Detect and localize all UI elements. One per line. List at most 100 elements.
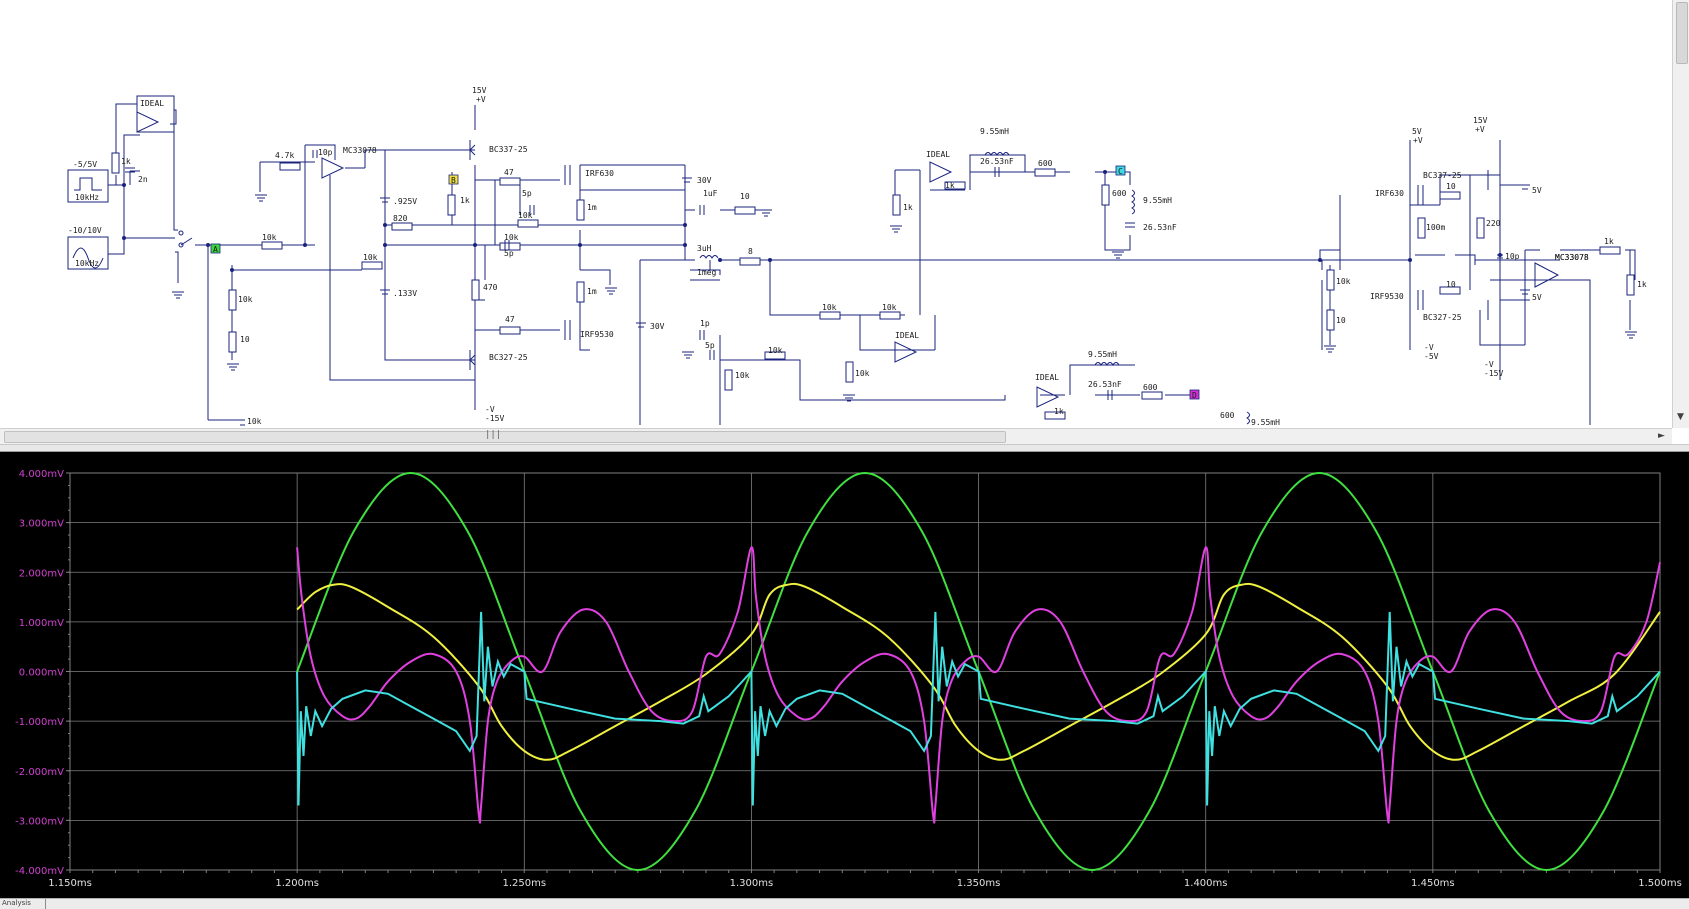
y-axis-tick-labels: 4.000mV 3.000mV 2.000mV 1.000mV 0.000mV -1.00… xyxy=(15,469,64,877)
r-1m-a: 1m xyxy=(587,203,597,212)
src-sine-freq: 10kHz xyxy=(75,259,99,268)
q-bc327-b: BC327-25 xyxy=(1423,313,1462,322)
r-10k-d: 10k xyxy=(247,417,262,426)
opamp-symbol-6[interactable] xyxy=(1534,262,1560,288)
c-1uf: 1uF xyxy=(703,189,718,198)
v-minus-15: -15V xyxy=(1484,369,1503,378)
schematic-part-labels: IDEAL MC33078 IDEAL IDEAL IDEAL MC33078 xyxy=(140,99,1589,382)
opamp-symbol-1[interactable] xyxy=(136,111,160,133)
v-minus-c: -V xyxy=(1484,360,1494,369)
schematic-voltage-sources[interactable] xyxy=(380,177,1530,328)
r-600-c: 600 xyxy=(1143,383,1158,392)
v-minus-b: -V xyxy=(1424,343,1434,352)
status-tab[interactable]: Analysis xyxy=(0,899,46,909)
src-sine-label: -10/10V xyxy=(68,226,102,235)
schematic-junctions xyxy=(122,170,1502,272)
c-5p-a: 5p xyxy=(522,189,532,198)
schematic-switch[interactable] xyxy=(178,230,193,248)
schematic-resistors[interactable] xyxy=(111,152,1635,420)
scroll-right-arrow-icon[interactable]: ► xyxy=(1658,431,1665,441)
horizontal-scroll-thumb[interactable]: ||| xyxy=(4,430,1006,443)
r-10k-l: 10k xyxy=(1336,277,1351,286)
v-30-b: 30V xyxy=(650,322,665,331)
c-5p-b: 5p xyxy=(504,249,514,258)
waveform-viewer[interactable]: 4.000mV 3.000mV 2.000mV 1.000mV 0.000mV -1.00… xyxy=(0,452,1689,898)
schematic-opamps[interactable] xyxy=(136,95,1560,408)
schematic-wires xyxy=(108,103,1636,426)
status-bar: Analysis xyxy=(0,898,1689,909)
y-tick-label: -1.000mV xyxy=(15,717,64,728)
r-4-7k: 4.7k xyxy=(275,151,294,160)
schematic-inductors[interactable] xyxy=(699,152,1250,425)
opamp-ideal-2-label: IDEAL xyxy=(926,150,950,159)
m-irf630-b: IRF630 xyxy=(1375,189,1404,198)
r-10-b: 10 xyxy=(740,192,750,201)
q-bc337-b: BC337-25 xyxy=(1423,171,1462,180)
m-irf9530-b: IRF9530 xyxy=(1370,292,1404,301)
c-10p-b: 10p xyxy=(1505,252,1520,261)
v-15-top: 15V xyxy=(472,86,487,95)
schematic-canvas[interactable]: A B C D IDEAL MC33078 IDEAL IDEAL IDEAL … xyxy=(0,0,1672,428)
r-10k-a: 10k xyxy=(262,233,277,242)
r-1meg: 1meg xyxy=(697,268,716,277)
v-30-a: 30V xyxy=(697,176,712,185)
v-plus-3: +V xyxy=(1475,125,1485,134)
r-10k-c: 10k xyxy=(238,295,253,304)
x-tick-label: 1.300ms xyxy=(730,878,774,889)
r-10k-g: 10k xyxy=(735,371,750,380)
schematic-signal-sources[interactable] xyxy=(67,169,109,270)
vertical-scroll-thumb[interactable] xyxy=(1676,2,1688,64)
y-tick-label: 2.000mV xyxy=(19,568,64,579)
y-tick-label: -3.000mV xyxy=(15,816,64,827)
r-600-d: 600 xyxy=(1220,411,1235,420)
x-tick-label: 1.350ms xyxy=(957,878,1001,889)
schematic-editor[interactable]: A B C D IDEAL MC33078 IDEAL IDEAL IDEAL … xyxy=(0,0,1689,428)
opamp-mc33078-2-text: MC33078 xyxy=(1555,253,1589,262)
x-tick-label: 1.500ms xyxy=(1638,878,1682,889)
r-10-e: 10 xyxy=(1446,280,1456,289)
v-15-top-2: 15V xyxy=(1473,116,1488,125)
scroll-down-arrow-icon[interactable]: ▼ xyxy=(1677,412,1684,422)
r-10k-i: 10k xyxy=(822,303,837,312)
r-1k-e: 1k xyxy=(1054,407,1064,416)
r-10k-j: 10k xyxy=(882,303,897,312)
opamp-symbol-2[interactable] xyxy=(321,157,345,179)
x-tick-label: 1.250ms xyxy=(502,878,546,889)
schematic-capacitors[interactable] xyxy=(125,150,1503,400)
schematic-vertical-scrollbar[interactable]: ▼ xyxy=(1672,0,1689,428)
r-1k-d: 1k xyxy=(945,181,955,190)
opamp-symbol-4[interactable] xyxy=(894,341,918,363)
schematic-transistors[interactable] xyxy=(469,140,1489,370)
r-100m: 100m xyxy=(1426,223,1445,232)
r-820: 820 xyxy=(393,214,408,223)
r-1m-b: 1m xyxy=(587,287,597,296)
opamp-ideal-1-label: IDEAL xyxy=(140,99,164,108)
schematic-horizontal-scrollbar[interactable]: ||| ► xyxy=(0,428,1672,444)
opamp-symbol-3[interactable] xyxy=(929,161,953,183)
c-2653-b: 26.53nF xyxy=(1143,223,1177,232)
r-47-a: 47 xyxy=(504,168,514,177)
r-600-a: 600 xyxy=(1038,159,1053,168)
pane-splitter[interactable] xyxy=(0,444,1689,452)
v-5v-a: 5V xyxy=(1532,186,1542,195)
c-1p: 1p xyxy=(700,319,710,328)
r-1k-f: 1k xyxy=(1604,237,1614,246)
r-47-b: 47 xyxy=(505,315,515,324)
waveform-plot[interactable]: 4.000mV 3.000mV 2.000mV 1.000mV 0.000mV -1.00… xyxy=(0,452,1689,898)
v-15-bot: -15V xyxy=(485,414,504,423)
v-5v-b: 5V xyxy=(1532,293,1542,302)
v-925: .925V xyxy=(393,197,417,206)
y-tick-label: -4.000mV xyxy=(15,866,64,877)
c-2653-c: 26.53nF xyxy=(1088,380,1122,389)
node-tag-c-text: C xyxy=(1118,167,1123,176)
v-5-top: 5V xyxy=(1412,127,1422,136)
opamp-symbol-5[interactable] xyxy=(1036,386,1060,408)
q-bc327-a: BC327-25 xyxy=(489,353,528,362)
y-tick-label: 1.000mV xyxy=(19,618,64,629)
r-470: 470 xyxy=(483,283,498,292)
c-2n: 2n xyxy=(138,175,148,184)
schematic-node-tags[interactable]: A B C D xyxy=(210,165,1200,400)
r-10k-f: 10k xyxy=(504,233,519,242)
r-220: 220 xyxy=(1486,219,1501,228)
node-tag-a-text: A xyxy=(213,245,218,254)
